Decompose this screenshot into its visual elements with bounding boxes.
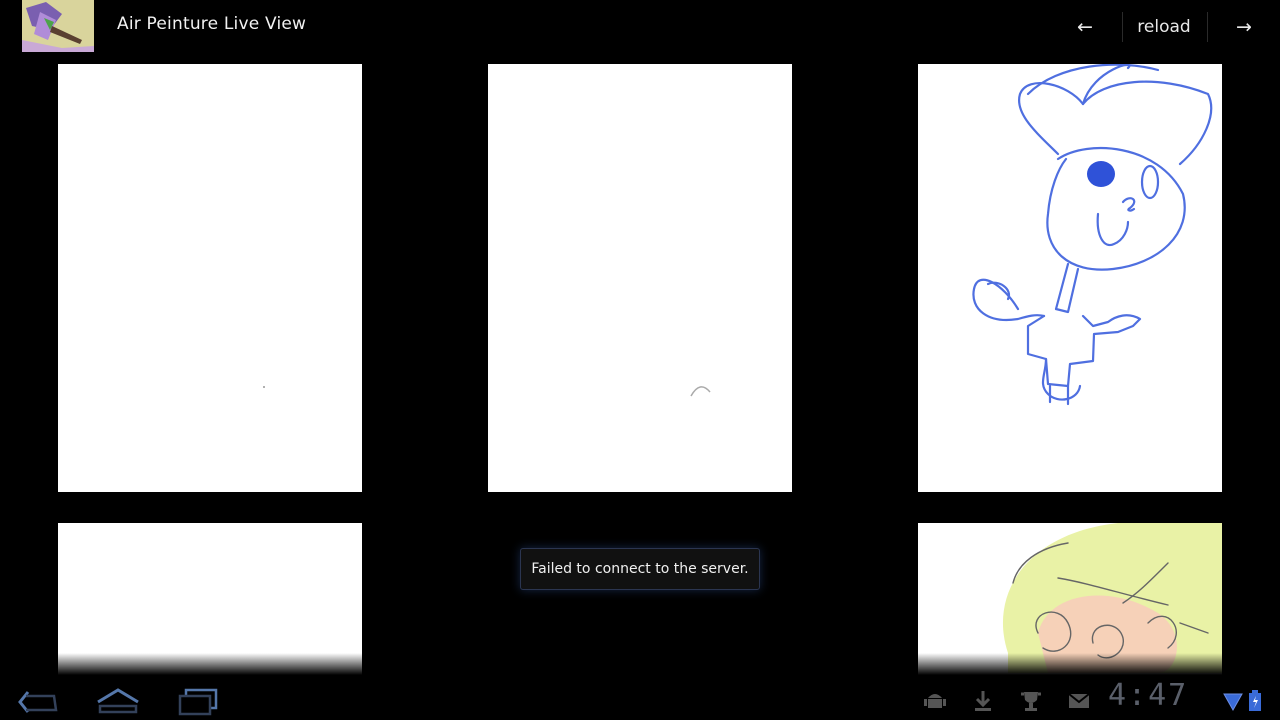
- home-icon[interactable]: [90, 684, 146, 716]
- gmail-icon[interactable]: [1066, 688, 1092, 714]
- download-icon[interactable]: [970, 688, 996, 714]
- drawing-thumbnail[interactable]: [488, 64, 792, 492]
- clock[interactable]: 4:47: [1108, 678, 1188, 713]
- divider: [1122, 12, 1123, 42]
- divider: [1207, 12, 1208, 42]
- drawing-thumbnail[interactable]: [918, 64, 1222, 492]
- android-debug-icon[interactable]: [922, 688, 948, 714]
- next-button[interactable]: →: [1221, 0, 1267, 54]
- stroke-dot: [263, 386, 265, 388]
- trophy-icon[interactable]: [1018, 688, 1044, 714]
- action-bar: Air Peinture Live View ← reload →: [0, 0, 1280, 54]
- drawing-canvas: [690, 386, 711, 397]
- wifi-icon[interactable]: [1222, 688, 1248, 714]
- bottom-fade: [918, 653, 1222, 675]
- error-toast: Failed to connect to the server.: [520, 548, 760, 590]
- drawing-thumbnail[interactable]: [918, 523, 1222, 675]
- drawing-canvas: [972, 64, 1213, 406]
- app-title: Air Peinture Live View: [117, 14, 307, 34]
- battery-charging-icon[interactable]: [1248, 688, 1262, 714]
- drawing-thumbnail[interactable]: [58, 523, 362, 675]
- app-thumbnail-icon[interactable]: [22, 0, 94, 52]
- bottom-fade: [58, 653, 362, 675]
- reload-button[interactable]: reload: [1124, 0, 1204, 54]
- previous-button[interactable]: ←: [1062, 0, 1108, 54]
- drawing-thumbnail[interactable]: [58, 64, 362, 492]
- back-icon[interactable]: [12, 684, 68, 716]
- system-bar: 4:47: [0, 678, 1280, 720]
- recent-apps-icon[interactable]: [170, 684, 226, 716]
